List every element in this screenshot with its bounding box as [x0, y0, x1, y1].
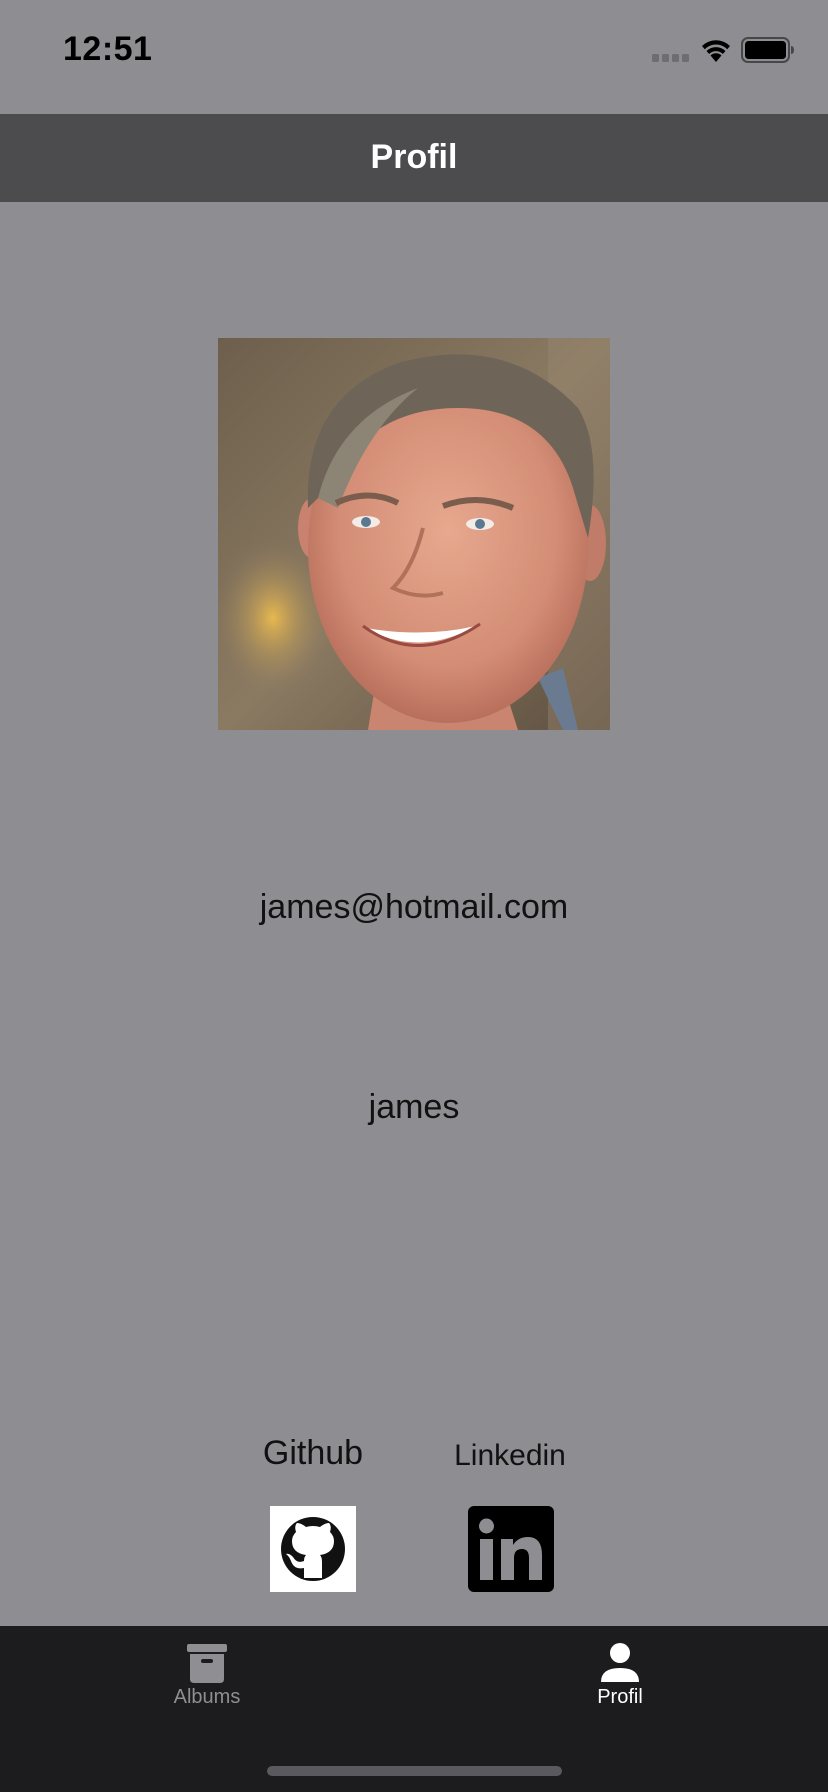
tab-bar: Albums Profil: [0, 1626, 828, 1792]
tab-albums[interactable]: Albums: [107, 1642, 307, 1732]
github-link-button[interactable]: [270, 1506, 356, 1592]
github-icon: [281, 1517, 345, 1581]
wifi-icon: [702, 40, 730, 62]
cellular-signal-icon: [652, 54, 689, 62]
archive-box-icon: [187, 1644, 227, 1683]
tab-profil[interactable]: Profil: [520, 1642, 720, 1732]
battery-icon: [741, 37, 794, 63]
navigation-bar: Profil: [0, 114, 828, 202]
profile-photo: [218, 338, 610, 730]
linkedin-icon: [468, 1506, 554, 1592]
profile-email: james@hotmail.com: [259, 888, 569, 926]
linkedin-link-button[interactable]: [468, 1506, 554, 1592]
linkedin-label: Linkedin: [454, 1439, 566, 1472]
status-bar: 12:51: [0, 0, 828, 114]
tab-albums-label: Albums: [173, 1686, 241, 1708]
profile-name: james: [368, 1088, 460, 1126]
status-time: 12:51: [63, 30, 153, 68]
page-title: Profil: [370, 138, 458, 176]
person-icon: [601, 1643, 639, 1682]
tab-profil-label: Profil: [597, 1686, 643, 1708]
home-indicator[interactable]: [267, 1766, 562, 1776]
github-label: Github: [262, 1434, 364, 1472]
